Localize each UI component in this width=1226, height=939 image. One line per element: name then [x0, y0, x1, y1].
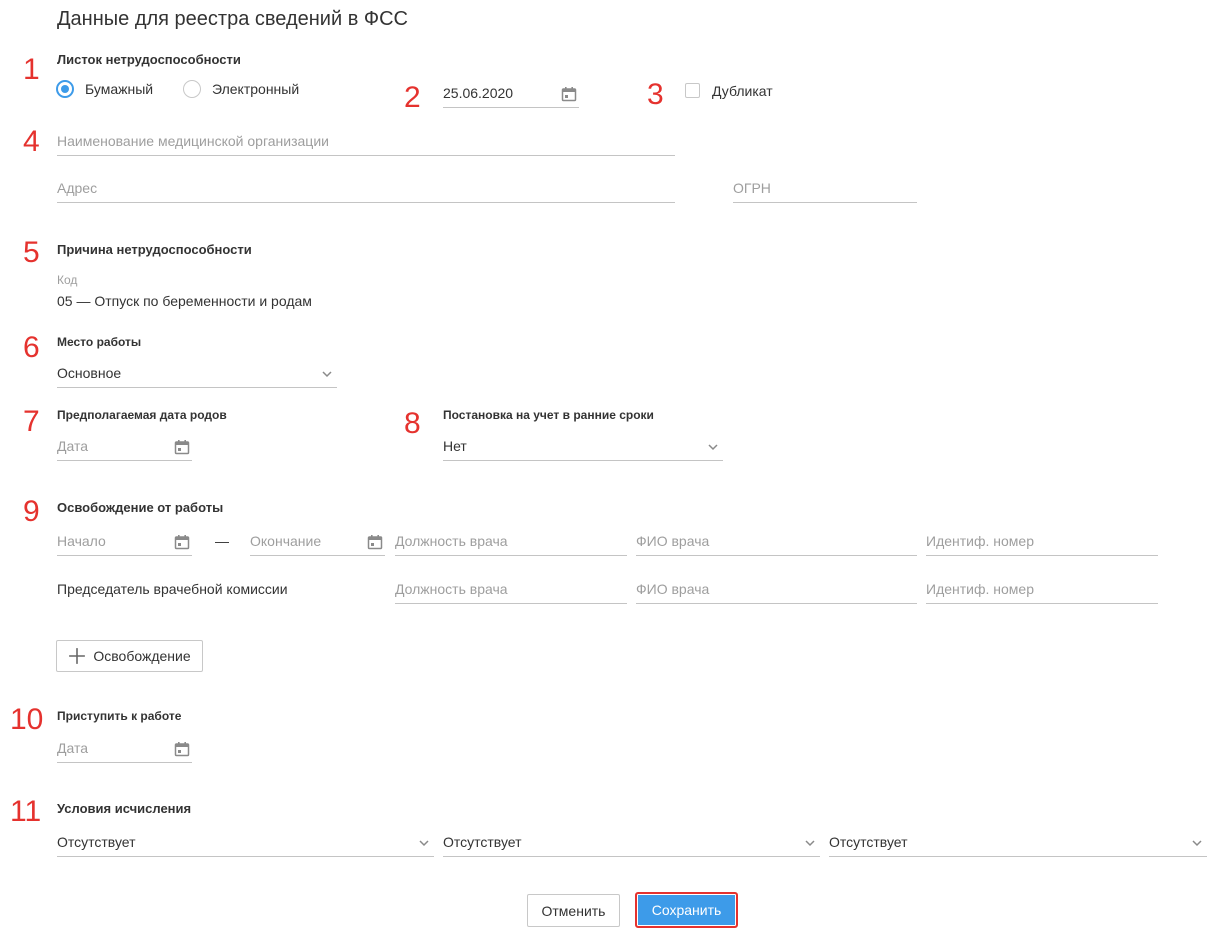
add-release-button[interactable]: Освобождение	[56, 640, 203, 672]
birth-date-heading: Предполагаемая дата родов	[57, 408, 227, 422]
add-release-label: Освобождение	[93, 648, 191, 664]
sick-leave-heading: Листок нетрудоспособности	[57, 52, 241, 67]
marker-11: 11	[10, 795, 42, 828]
ogrn-field[interactable]: ОГРН	[733, 175, 917, 203]
chevron-down-icon	[1192, 840, 1202, 847]
save-button[interactable]: Сохранить	[635, 892, 738, 928]
electronic-radio-label[interactable]: Электронный	[212, 81, 299, 97]
return-date-placeholder: Дата	[57, 740, 89, 756]
return-date-field[interactable]: Дата	[57, 735, 192, 763]
early-registration-heading: Постановка на учет в ранние сроки	[443, 408, 654, 422]
chairman-id-placeholder: Идентиф. номер	[926, 581, 1034, 597]
calculation-value-3: Отсутствует	[829, 834, 908, 850]
workplace-select[interactable]: Основное	[57, 360, 337, 388]
calculation-heading: Условия исчисления	[57, 801, 192, 816]
chevron-down-icon	[805, 840, 815, 847]
chevron-down-icon	[419, 840, 429, 847]
calendar-icon[interactable]	[174, 534, 190, 550]
calculation-value-2: Отсутствует	[443, 834, 522, 850]
calculation-select-2[interactable]: Отсутствует	[443, 829, 820, 857]
chairman-position-placeholder: Должность врача	[395, 581, 508, 597]
return-to-work-heading: Приступить к работе	[57, 709, 182, 723]
doctor-position-placeholder: Должность врача	[395, 533, 508, 549]
chairman-id-field[interactable]: Идентиф. номер	[926, 576, 1158, 604]
chairman-label: Председатель врачебной комиссии	[57, 581, 288, 597]
page-title: Данные для реестра сведений в ФСС	[57, 8, 408, 30]
marker-1: 1	[23, 53, 40, 86]
workplace-heading: Место работы	[57, 335, 142, 349]
date-range-dash: —	[215, 533, 229, 549]
reason-heading: Причина нетрудоспособности	[57, 242, 252, 257]
release-start-field[interactable]: Начало	[57, 528, 192, 556]
paper-radio[interactable]	[56, 80, 74, 98]
chairman-name-field[interactable]: ФИО врача	[636, 576, 917, 604]
paper-radio-label[interactable]: Бумажный	[85, 81, 153, 97]
marker-8: 8	[404, 407, 421, 440]
sick-leave-date-field[interactable]: 25.06.2020	[443, 80, 579, 108]
chevron-down-icon	[322, 371, 332, 378]
release-end-placeholder: Окончание	[250, 533, 322, 549]
chairman-name-placeholder: ФИО врача	[636, 581, 710, 597]
marker-7: 7	[23, 405, 40, 438]
address-placeholder: Адрес	[57, 180, 98, 196]
marker-6: 6	[23, 331, 40, 364]
doctor-position-field[interactable]: Должность врача	[395, 528, 627, 556]
electronic-radio[interactable]	[183, 80, 201, 98]
duplicate-checkbox[interactable]	[685, 83, 700, 98]
calendar-icon[interactable]	[561, 86, 577, 102]
calculation-value-1: Отсутствует	[57, 834, 136, 850]
calculation-select-3[interactable]: Отсутствует	[829, 829, 1207, 857]
doctor-name-placeholder: ФИО врача	[636, 533, 710, 549]
calculation-select-1[interactable]: Отсутствует	[57, 829, 434, 857]
release-start-placeholder: Начало	[57, 533, 106, 549]
calendar-icon[interactable]	[367, 534, 383, 550]
doctor-id-placeholder: Идентиф. номер	[926, 533, 1034, 549]
birth-date-field[interactable]: Дата	[57, 433, 192, 461]
sick-leave-date-value: 25.06.2020	[443, 85, 514, 101]
marker-3: 3	[647, 78, 664, 111]
marker-10: 10	[10, 703, 44, 736]
organization-name-placeholder: Наименование медицинской организации	[57, 133, 329, 149]
cancel-button[interactable]: Отменить	[527, 894, 620, 927]
chairman-position-field[interactable]: Должность врача	[395, 576, 627, 604]
workplace-value: Основное	[57, 365, 122, 381]
doctor-id-field[interactable]: Идентиф. номер	[926, 528, 1158, 556]
marker-5: 5	[23, 236, 40, 269]
address-field[interactable]: Адрес	[57, 175, 675, 203]
organization-name-field[interactable]: Наименование медицинской организации	[57, 128, 675, 156]
calendar-icon[interactable]	[174, 439, 190, 455]
birth-date-placeholder: Дата	[57, 438, 89, 454]
release-heading: Освобождение от работы	[57, 500, 224, 515]
early-registration-value: Нет	[443, 438, 467, 454]
marker-9: 9	[23, 495, 40, 528]
calendar-icon[interactable]	[174, 741, 190, 757]
release-end-field[interactable]: Окончание	[250, 528, 385, 556]
marker-2: 2	[404, 81, 421, 114]
doctor-name-field[interactable]: ФИО врача	[636, 528, 917, 556]
reason-code-value: 05 — Отпуск по беременности и родам	[57, 293, 312, 309]
reason-code-label: Код	[57, 273, 78, 287]
marker-4: 4	[23, 125, 40, 158]
plus-icon	[69, 648, 86, 664]
chevron-down-icon	[708, 444, 718, 451]
early-registration-select[interactable]: Нет	[443, 433, 723, 461]
duplicate-label[interactable]: Дубликат	[712, 83, 773, 99]
ogrn-placeholder: ОГРН	[733, 180, 771, 196]
